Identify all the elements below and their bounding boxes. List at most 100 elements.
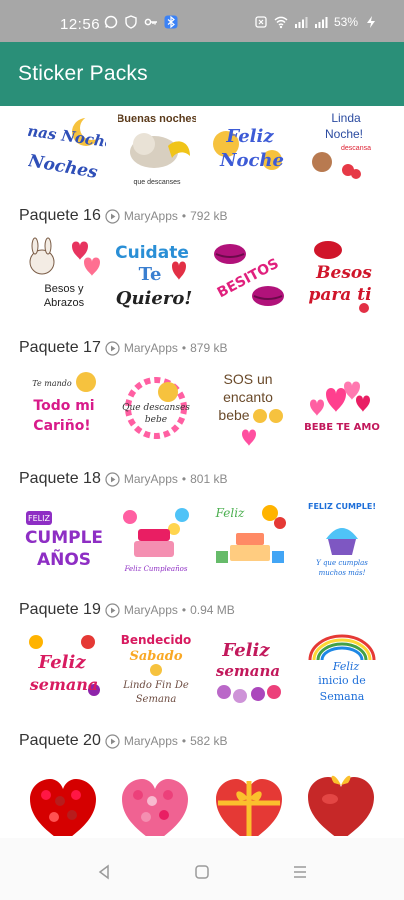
svg-text:Linda: Linda [331, 111, 361, 125]
svg-text:BEBE TE AMO: BEBE TE AMO [304, 422, 380, 433]
svg-text:Noche: Noche [219, 150, 284, 171]
pack-name: Paquete 19 [19, 601, 101, 618]
pack-author: MaryApps [123, 341, 178, 355]
svg-text:Te: Te [139, 264, 162, 285]
sticker-pack[interactable]: Paquete 17 MaryApps • 879 kB Te mando To… [0, 336, 404, 466]
status-bar: 12:56 53% [0, 0, 404, 42]
kiss-emoji-sticker[interactable]: Besos para ti [302, 236, 380, 314]
sticker-pack[interactable]: Paquete 20 MaryApps • 582 kB [0, 729, 404, 836]
svg-text:Quiero!: Quiero! [116, 288, 192, 309]
sticker-pack[interactable]: Paquete 16 MaryApps • 792 kB Besos y Abr… [0, 204, 404, 334]
hearts-ring-sticker[interactable]: Que descanses bebe [116, 368, 194, 446]
pack-author: MaryApps [123, 209, 178, 223]
shield-icon [125, 15, 137, 29]
svg-text:Besos: Besos [315, 263, 372, 283]
svg-text:Que descanses: Que descanses [122, 403, 190, 413]
svg-text:muchos más!: muchos más! [319, 569, 366, 577]
play-icon [105, 471, 120, 487]
pack-size: 582 kB [190, 734, 228, 748]
signal-icon-2 [314, 17, 328, 28]
svg-text:semana: semana [29, 675, 98, 694]
svg-text:Feliz: Feliz [332, 660, 360, 673]
svg-text:Lindo Fin De: Lindo Fin De [122, 680, 189, 691]
svg-text:inicio de: inicio de [318, 674, 365, 687]
svg-text:bebe: bebe [145, 415, 167, 425]
pack-size: 0.94 MB [190, 603, 235, 617]
pack-stickers: Te mando Todo mi Cariño! Que descanses b… [0, 368, 404, 452]
recents-button[interactable] [290, 862, 310, 882]
pack-meta: MaryApps • 801 kB [105, 471, 227, 487]
purple-flowers-sticker[interactable]: Feliz semana [210, 630, 288, 708]
cuidate-sticker[interactable]: Cuidate Te Quiero! [116, 236, 194, 314]
back-button[interactable] [94, 862, 114, 882]
svg-text:Feliz Cumpleaños: Feliz Cumpleaños [124, 565, 188, 573]
birthday-text-sticker[interactable]: FELIZ CUMPLE AÑOS [24, 503, 102, 581]
red-gift-heart-sticker[interactable] [302, 767, 380, 836]
svg-text:Todo mi: Todo mi [33, 398, 94, 414]
pack-author: MaryApps [123, 472, 178, 486]
app-title: Sticker Packs [18, 62, 148, 85]
svg-text:Buenas noches: Buenas noches [118, 113, 196, 125]
pack-header: Paquete 20 MaryApps • 582 kB [19, 729, 227, 753]
heart-emoji-sticker[interactable]: Te mando Todo mi Cariño! [24, 368, 102, 446]
app-bar: Sticker Packs [0, 42, 404, 106]
status-time: 12:56 [60, 16, 101, 33]
hearts-cluster-sticker[interactable]: BEBE TE AMO [302, 368, 380, 446]
svg-text:Y que cumplas: Y que cumplas [316, 559, 368, 567]
sabado-sticker[interactable]: Bendecido Sabado Lindo Fin De Semana [116, 630, 194, 708]
pack-stickers: Besos y Abrazos Cuidate Te Quiero! BESIT… [0, 236, 404, 320]
pack-meta: MaryApps • 0.94 MB [105, 602, 235, 618]
svg-text:encanto: encanto [223, 389, 273, 405]
svg-text:Abrazos: Abrazos [44, 297, 85, 309]
svg-text:descansa: descansa [341, 145, 371, 152]
meta-separator: • [181, 603, 187, 617]
pack-size: 792 kB [190, 209, 228, 223]
cupcake-sticker[interactable]: FELIZ CUMPLE! Y que cumplas muchos más! [302, 499, 380, 577]
rainbow-sticker[interactable]: Feliz inicio de Semana [302, 630, 380, 708]
flowers-sticker[interactable]: Feliz semana [24, 630, 102, 708]
bear-hearts-sticker[interactable]: Linda Noche! descansa [304, 108, 382, 186]
svg-text:AÑOS: AÑOS [37, 547, 91, 570]
pack-header: Paquete 19 MaryApps • 0.94 MB [19, 598, 235, 622]
gold-bow-heart-sticker[interactable] [210, 771, 288, 836]
wifi-icon [274, 16, 288, 29]
rose-heart-sticker[interactable] [24, 771, 102, 836]
pack-author: MaryApps [123, 734, 178, 748]
pack-stickers [0, 761, 404, 836]
pack-header: Paquete 18 MaryApps • 801 kB [19, 467, 227, 491]
cake-gifts-sticker[interactable]: Feliz [210, 499, 288, 577]
moon-face-sticker[interactable]: Feliz Noche [210, 110, 288, 188]
svg-text:Feliz: Feliz [37, 652, 86, 673]
cake-balloons-sticker[interactable]: Feliz Cumpleaños [116, 499, 194, 577]
meta-separator: • [181, 734, 187, 748]
meta-separator: • [181, 472, 187, 486]
pack-stickers: Feliz semana Bendecido Sabado Lindo Fin … [0, 630, 404, 714]
moon-sticker[interactable]: Buenas Noches Noches [28, 110, 106, 188]
home-button[interactable] [192, 862, 212, 882]
svg-text:FELIZ: FELIZ [28, 514, 50, 523]
pink-rose-heart-sticker[interactable] [116, 771, 194, 836]
svg-text:Cariño!: Cariño! [33, 418, 90, 434]
pack-name: Paquete 17 [19, 339, 101, 356]
play-icon [105, 602, 120, 618]
sticker-pack[interactable]: Paquete 19 MaryApps • 0.94 MB Feliz sema… [0, 598, 404, 728]
bunny-hearts-sticker[interactable]: Besos y Abrazos [24, 236, 102, 314]
svg-text:bebe: bebe [218, 407, 249, 423]
encanto-sticker[interactable]: SOS un encanto bebe [210, 368, 288, 446]
sleeping-cat-sticker[interactable]: Buenas noches que descanses [118, 108, 196, 186]
pack-row-partial[interactable]: Buenas Noches Noches Buenas noches que d… [0, 106, 404, 196]
svg-text:para ti: para ti [308, 285, 371, 305]
svg-text:FELIZ CUMPLE!: FELIZ CUMPLE! [308, 502, 376, 511]
sticker-pack-list[interactable]: Buenas Noches Noches Buenas noches que d… [0, 106, 404, 836]
pack-header: Paquete 17 MaryApps • 879 kB [19, 336, 227, 360]
bluetooth-icon [164, 15, 178, 29]
battery-percent: 53% [333, 15, 358, 29]
lips-sticker[interactable]: BESITOS [210, 236, 288, 314]
nfc-icon [255, 16, 267, 28]
svg-text:Sabado: Sabado [129, 649, 182, 664]
svg-text:Semana: Semana [136, 694, 177, 705]
pack-meta: MaryApps • 879 kB [105, 340, 227, 356]
pack-name: Paquete 18 [19, 470, 101, 487]
sticker-pack[interactable]: Paquete 18 MaryApps • 801 kB FELIZ CUMPL… [0, 467, 404, 597]
svg-text:Noche!: Noche! [325, 127, 363, 141]
